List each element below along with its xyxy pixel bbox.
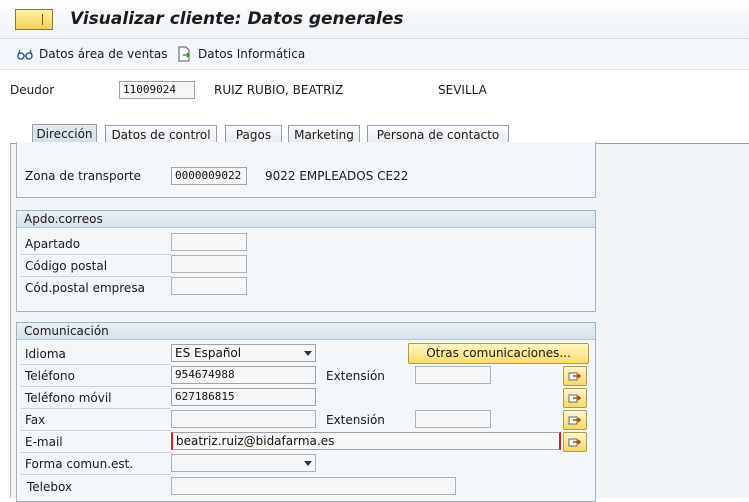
fax-extension-label: Extensión: [326, 413, 385, 427]
transport-zone-field[interactable]: 0000009022: [171, 167, 247, 185]
customer-city: SEVILLA: [438, 83, 487, 97]
fax-more-button[interactable]: [563, 410, 587, 430]
po-box-group-title: Apdo.correos: [17, 211, 595, 228]
application-toolbar: Datos área de ventas Datos Informática: [0, 39, 749, 70]
document-arrow-icon: [176, 46, 192, 62]
fax-field[interactable]: [171, 410, 316, 428]
arrow-right-icon: [568, 438, 582, 447]
glasses-icon: [17, 46, 33, 62]
transport-zone-label: Zona de transporte: [25, 169, 141, 183]
deudor-label: Deudor: [10, 83, 55, 97]
phone-more-button[interactable]: [563, 366, 587, 386]
arrow-right-icon: [568, 372, 582, 381]
phone-extension-field[interactable]: [415, 366, 491, 384]
company-postal-code-label: Cód.postal empresa: [25, 281, 145, 295]
standard-comm-method-select[interactable]: [171, 454, 316, 472]
fax-extension-field[interactable]: [415, 410, 491, 428]
deudor-field[interactable]: 11009024: [119, 81, 195, 99]
language-select[interactable]: ES Español: [171, 344, 316, 362]
sales-area-data-button[interactable]: Datos área de ventas: [17, 44, 168, 64]
transaction-menu-icon[interactable]: [15, 9, 53, 30]
sales-area-data-label: Datos área de ventas: [39, 47, 168, 61]
transport-zone-description: 9022 EMPLEADOS CE22: [265, 169, 409, 183]
tab-content: Zona de transporte 0000009022 9022 EMPLE…: [10, 142, 749, 502]
chevron-down-icon: [304, 461, 312, 466]
mobile-more-button[interactable]: [563, 388, 587, 408]
email-field[interactable]: beatriz.ruiz@bidafarma.es: [171, 432, 561, 450]
apartado-field[interactable]: [171, 233, 247, 251]
phone-label: Teléfono: [25, 369, 75, 383]
phone-extension-label: Extensión: [326, 369, 385, 383]
postal-code-field[interactable]: [171, 255, 247, 273]
fax-label: Fax: [25, 413, 46, 427]
communication-group-title: Comunicación: [17, 323, 595, 340]
mobile-label: Teléfono móvil: [25, 391, 112, 405]
language-select-value: ES Español: [175, 346, 242, 360]
communication-group: Comunicación Idioma ES Español Otras com…: [16, 322, 596, 502]
transport-group: Zona de transporte 0000009022 9022 EMPLE…: [16, 142, 596, 198]
window-title: Visualizar cliente: Datos generales: [70, 9, 404, 29]
email-more-button[interactable]: [563, 432, 587, 452]
arrow-right-icon: [568, 416, 582, 425]
standard-comm-method-label: Forma comun.est.: [25, 457, 134, 471]
title-bar: Visualizar cliente: Datos generales: [0, 0, 749, 39]
company-postal-code-field[interactable]: [171, 277, 247, 295]
po-box-group: Apdo.correos Apartado Código postal Cód.…: [16, 210, 596, 312]
mobile-field[interactable]: 627186815: [171, 388, 316, 406]
chevron-down-icon: [304, 351, 312, 356]
language-label: Idioma: [25, 347, 66, 361]
telebox-label: Telebox: [27, 480, 73, 494]
it-data-label: Datos Informática: [198, 47, 306, 61]
phone-field[interactable]: 954674988: [171, 366, 316, 384]
other-communications-button[interactable]: Otras comunicaciones...: [408, 343, 589, 364]
telebox-field[interactable]: [171, 477, 456, 495]
postal-code-label: Código postal: [25, 259, 108, 273]
it-data-button[interactable]: Datos Informática: [176, 44, 305, 64]
customer-name: RUIZ RUBIO, BEATRIZ: [214, 83, 344, 97]
arrow-right-icon: [568, 394, 582, 403]
email-label: E-mail: [25, 435, 63, 449]
apartado-label: Apartado: [25, 237, 81, 251]
